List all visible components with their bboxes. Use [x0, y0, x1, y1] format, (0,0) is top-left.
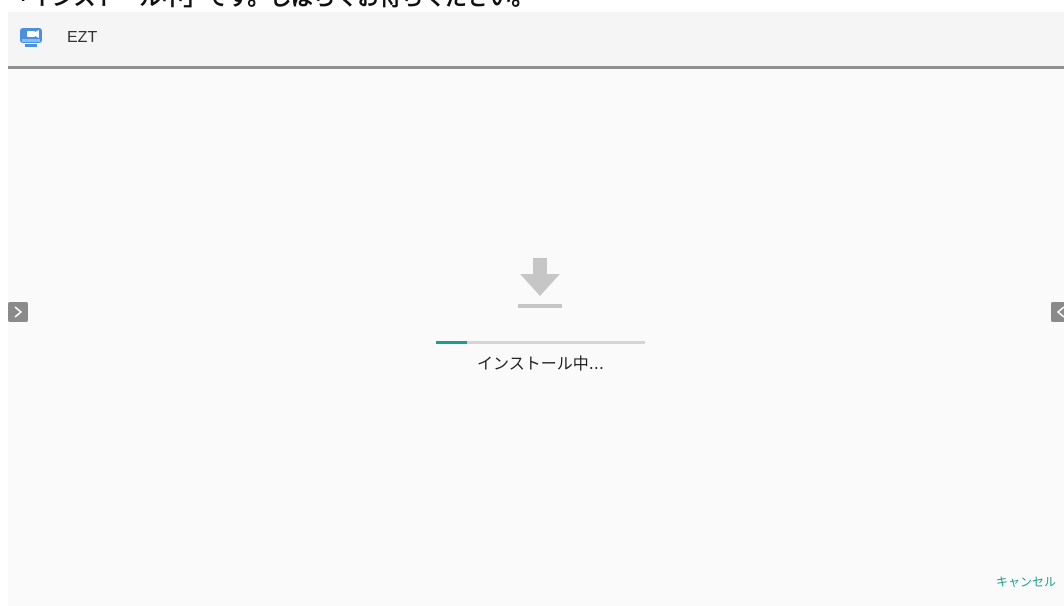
app-name: EZT	[67, 29, 98, 46]
app-bar: EZT	[8, 12, 1064, 69]
app-screen: EZT インストール中... キャンセル	[8, 12, 1064, 606]
side-panel-left-toggle[interactable]	[8, 302, 28, 322]
install-progress-bar	[436, 341, 645, 344]
page-caption: 「インストール中」です。しばらくお待ちください。	[0, 0, 1064, 12]
ezt-app-icon	[19, 27, 43, 49]
chevron-left-icon	[1056, 306, 1064, 318]
chevron-right-icon	[14, 306, 23, 318]
download-icon	[516, 258, 564, 314]
cancel-button[interactable]: キャンセル	[996, 573, 1056, 590]
install-status-text: インストール中...	[477, 354, 604, 373]
side-panel-right-toggle[interactable]	[1051, 302, 1064, 322]
install-progress-fill	[436, 341, 468, 344]
